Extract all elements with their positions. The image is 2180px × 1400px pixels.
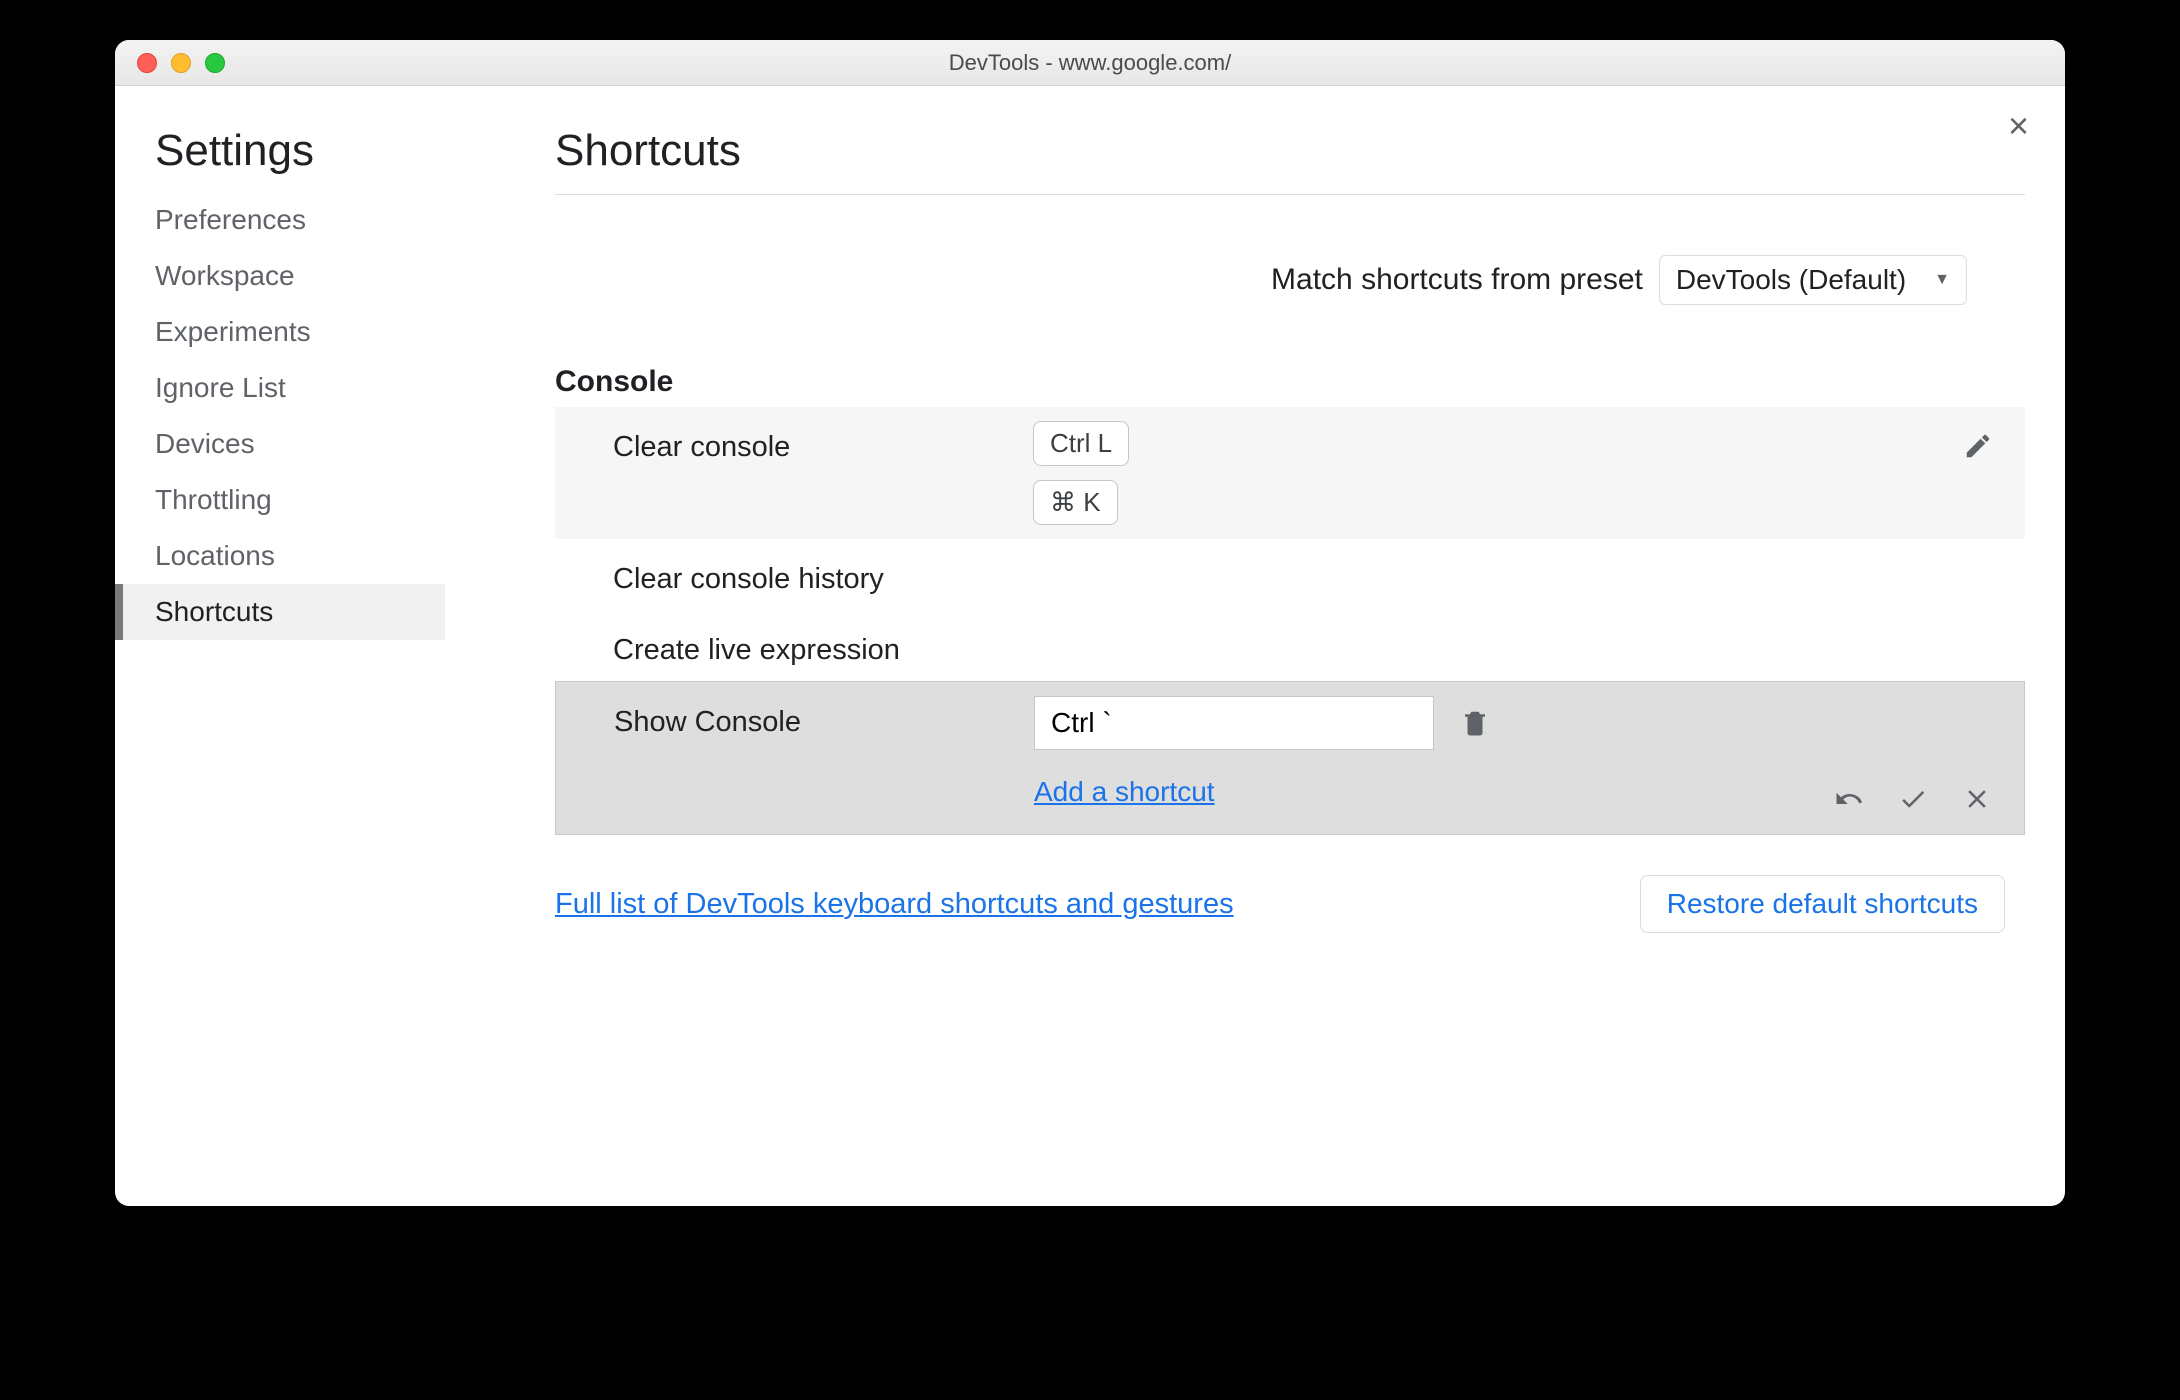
preset-value: DevTools (Default): [1676, 264, 1906, 296]
shortcut-name: Show Console: [614, 696, 1034, 739]
page-title: Shortcuts: [555, 126, 2025, 195]
sidebar-item-locations[interactable]: Locations: [115, 528, 445, 584]
sidebar-item-label: Devices: [155, 428, 255, 459]
sidebar-item-ignore-list[interactable]: Ignore List: [115, 360, 445, 416]
keycap: Ctrl L: [1033, 421, 1129, 466]
titlebar: DevTools - www.google.com/: [115, 40, 2065, 86]
preset-label: Match shortcuts from preset: [1271, 263, 1643, 297]
chevron-down-icon: ▼: [1934, 271, 1950, 289]
main: Shortcuts Match shortcuts from preset De…: [445, 110, 2025, 1158]
sidebar-item-label: Shortcuts: [155, 596, 273, 627]
sidebar-item-shortcuts[interactable]: Shortcuts: [115, 584, 445, 640]
sidebar-item-preferences[interactable]: Preferences: [115, 192, 445, 248]
shortcut-row-create-live: Create live expression: [555, 610, 2025, 681]
restore-defaults-button[interactable]: Restore default shortcuts: [1640, 875, 2005, 933]
window: DevTools - www.google.com/ × Settings Pr…: [115, 40, 2065, 1206]
zoom-window-button[interactable]: [205, 53, 225, 73]
shortcut-name: Clear console history: [613, 553, 1033, 596]
sidebar-heading: Settings: [115, 126, 445, 192]
row-actions: [1961, 421, 1995, 463]
check-icon[interactable]: [1896, 782, 1930, 816]
minimize-window-button[interactable]: [171, 53, 191, 73]
sidebar-item-label: Workspace: [155, 260, 295, 291]
sidebar-item-devices[interactable]: Devices: [115, 416, 445, 472]
window-title: DevTools - www.google.com/: [115, 50, 2065, 76]
edit-input-row: [1034, 696, 1994, 750]
sidebar: Settings Preferences Workspace Experimen…: [115, 110, 445, 1158]
footer-row: Full list of DevTools keyboard shortcuts…: [555, 875, 2005, 933]
shortcut-list: Clear console Ctrl L ⌘ K Clear console h…: [555, 407, 2025, 835]
edit-actions: [1832, 782, 1994, 816]
full-list-link[interactable]: Full list of DevTools keyboard shortcuts…: [555, 888, 1234, 921]
sidebar-item-throttling[interactable]: Throttling: [115, 472, 445, 528]
shortcut-name: Clear console: [613, 421, 1033, 464]
content: × Settings Preferences Workspace Experim…: [115, 86, 2065, 1206]
sidebar-item-workspace[interactable]: Workspace: [115, 248, 445, 304]
cancel-icon[interactable]: [1960, 782, 1994, 816]
sidebar-item-label: Ignore List: [155, 372, 286, 403]
keycap: ⌘ K: [1033, 480, 1118, 525]
section-title: Console: [555, 365, 2025, 399]
shortcut-row-clear-console: Clear console Ctrl L ⌘ K: [555, 407, 2025, 539]
shortcut-input[interactable]: [1034, 696, 1434, 750]
undo-icon[interactable]: [1832, 782, 1866, 816]
sidebar-item-label: Preferences: [155, 204, 306, 235]
sidebar-item-label: Experiments: [155, 316, 311, 347]
shortcut-row-clear-history: Clear console history: [555, 539, 2025, 610]
preset-select[interactable]: DevTools (Default) ▼: [1659, 255, 1967, 305]
sidebar-item-label: Locations: [155, 540, 275, 571]
shortcut-keys: Ctrl L ⌘ K: [1033, 421, 1961, 525]
shortcut-name: Create live expression: [613, 624, 1033, 667]
edit-icon[interactable]: [1961, 429, 1995, 463]
traffic-lights: [115, 53, 225, 73]
sidebar-item-experiments[interactable]: Experiments: [115, 304, 445, 360]
delete-icon[interactable]: [1458, 706, 1492, 740]
preset-row: Match shortcuts from preset DevTools (De…: [555, 255, 1967, 305]
sidebar-item-label: Throttling: [155, 484, 272, 515]
shortcut-row-show-console: Show Console Add a shortcut: [555, 681, 2025, 835]
close-window-button[interactable]: [137, 53, 157, 73]
